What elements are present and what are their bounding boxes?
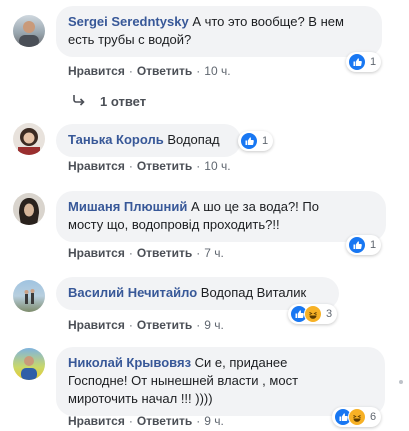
reply-button[interactable]: Ответить (137, 159, 192, 173)
comment-text: мироточить начал !!! )))) (68, 391, 213, 406)
comment-actions: Нравится · Ответить · 7 ч. (68, 245, 224, 261)
reaction-summary[interactable]: 6 (332, 407, 382, 427)
separator: · (128, 159, 133, 173)
like-button[interactable]: Нравится (68, 159, 125, 173)
like-button[interactable]: Нравится (68, 64, 125, 78)
like-reaction-icon (348, 236, 366, 254)
like-reaction-icon (348, 53, 366, 71)
avatar[interactable] (13, 15, 45, 47)
avatar[interactable] (13, 280, 45, 312)
avatar[interactable] (13, 348, 45, 380)
comment-actions: Нравится · Ответить · 10 ч. (68, 63, 231, 79)
timestamp[interactable]: 7 ч. (204, 246, 224, 260)
comment-text: Си е, приданее (194, 355, 288, 370)
view-replies-link[interactable]: 1 ответ (72, 94, 146, 109)
comment-author[interactable]: Sergei Seredntysky (68, 14, 189, 29)
reply-button[interactable]: Ответить (137, 414, 192, 428)
timestamp[interactable]: 10 ч. (204, 159, 230, 173)
reaction-count: 3 (326, 308, 333, 320)
avatar[interactable] (13, 123, 45, 155)
comment-author[interactable]: Николай Крывовяз (68, 355, 191, 370)
separator: · (128, 318, 133, 332)
separator: · (128, 246, 133, 260)
haha-reaction-icon (304, 305, 322, 323)
comment-text: мосту що, водопровід проходить?!! (68, 217, 280, 232)
comment-author[interactable]: Танька Король (68, 132, 164, 147)
comment-text: есть трубы с водой? (68, 32, 192, 47)
reply-button[interactable]: Ответить (137, 64, 192, 78)
reaction-count: 1 (370, 239, 377, 251)
like-reaction-icon (240, 132, 258, 150)
comment-bubble: Николай Крывовяз Си е, приданее Господне… (56, 347, 385, 416)
like-button[interactable]: Нравится (68, 246, 125, 260)
timestamp[interactable]: 9 ч. (204, 318, 224, 332)
comment-text: Господне! От нынешней власти , мост (68, 373, 299, 388)
reaction-summary[interactable]: 1 (346, 235, 382, 255)
reaction-count: 1 (262, 135, 269, 147)
comment-text: Водопад (167, 132, 220, 147)
separator: · (128, 64, 133, 78)
reaction-count: 6 (370, 411, 377, 423)
comment-actions: Нравится · Ответить · 9 ч. (68, 413, 224, 429)
reply-arrow-icon (72, 94, 86, 109)
comment-author[interactable]: Василий Нечитайло (68, 285, 197, 300)
like-button[interactable]: Нравится (68, 318, 125, 332)
more-options-icon[interactable] (399, 380, 403, 384)
haha-reaction-icon (348, 408, 366, 426)
separator: · (196, 159, 201, 173)
timestamp[interactable]: 10 ч. (204, 64, 230, 78)
separator: · (196, 64, 201, 78)
comment-bubble: Танька Король Водопад (56, 124, 241, 157)
avatar[interactable] (13, 193, 45, 225)
separator: · (196, 414, 201, 428)
timestamp[interactable]: 9 ч. (204, 414, 224, 428)
comment-actions: Нравится · Ответить · 9 ч. (68, 317, 224, 333)
reaction-count: 1 (370, 56, 377, 68)
reaction-summary[interactable]: 1 (238, 131, 274, 151)
separator: · (196, 318, 201, 332)
comment-text: А шо це за вода?! По (190, 199, 319, 214)
like-button[interactable]: Нравится (68, 414, 125, 428)
comment-actions: Нравится · Ответить · 10 ч. (68, 158, 231, 174)
reaction-summary[interactable]: 1 (346, 52, 382, 72)
comment-bubble: Мишаня Плюшний А шо це за вода?! По мост… (56, 191, 386, 242)
comment-text: Водопад Виталик (200, 285, 307, 300)
separator: · (128, 414, 133, 428)
comment-author[interactable]: Мишаня Плюшний (68, 199, 187, 214)
replies-count[interactable]: 1 ответ (100, 94, 146, 109)
reply-button[interactable]: Ответить (137, 318, 192, 332)
comment-bubble: Sergei Seredntysky А что это вообще? В н… (56, 6, 382, 57)
reaction-summary[interactable]: 3 (288, 304, 338, 324)
comment-text: А что это вообще? В нем (192, 14, 344, 29)
reply-button[interactable]: Ответить (137, 246, 192, 260)
separator: · (196, 246, 201, 260)
